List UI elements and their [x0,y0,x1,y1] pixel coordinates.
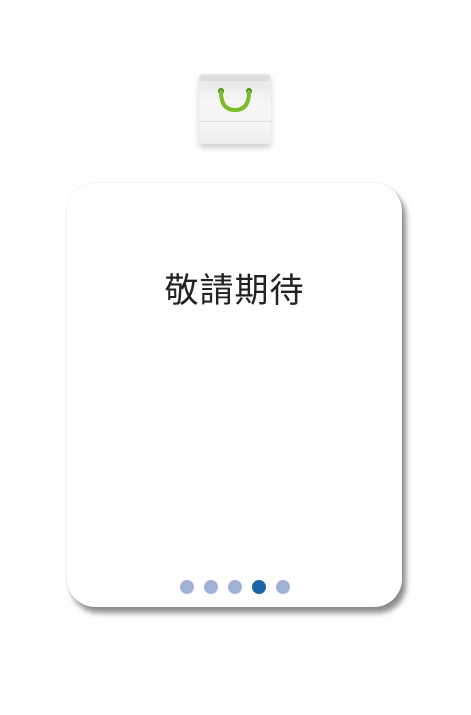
bag-bottom-band [199,121,271,144]
coming-soon-card: 敬請期待 [67,183,402,607]
page-dot-2[interactable] [203,580,218,594]
page-dot-3[interactable] [227,580,242,594]
card-title: 敬請期待 [164,271,305,311]
bag-handle-icon [218,88,252,113]
page-dot-4-active[interactable] [251,580,266,594]
bag-top-band [201,76,269,81]
shopping-bag-icon[interactable] [199,74,271,144]
page-indicator [67,580,402,594]
page-dot-5[interactable] [275,580,290,594]
page: 敬請期待 [0,0,471,715]
page-dot-1[interactable] [179,580,194,594]
